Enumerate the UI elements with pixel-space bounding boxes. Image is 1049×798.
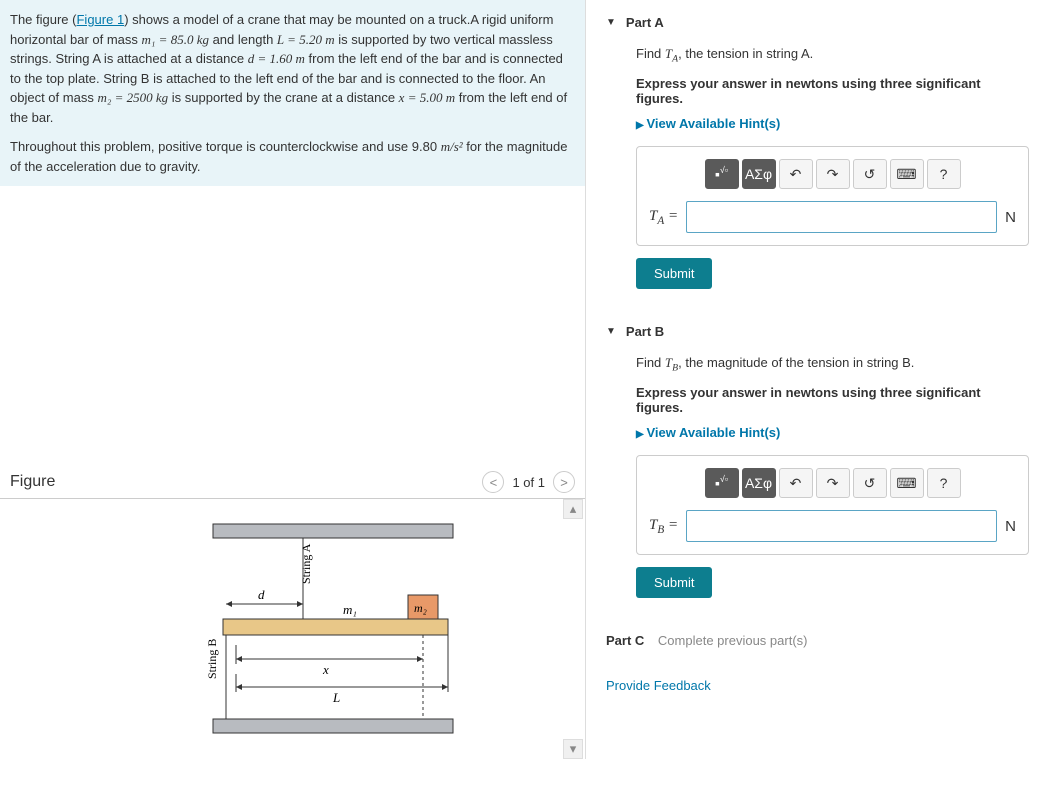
help-button[interactable]: ? bbox=[927, 468, 961, 498]
part-b-submit-button[interactable]: Submit bbox=[636, 567, 712, 598]
svg-text:String A: String A bbox=[299, 543, 313, 584]
reset-button[interactable]: ↺ bbox=[853, 159, 887, 189]
svg-text:d: d bbox=[258, 587, 265, 602]
chevron-down-icon: ▼ bbox=[606, 17, 616, 28]
part-a-express: Express your answer in newtons using thr… bbox=[636, 76, 1029, 106]
svg-text:String B: String B bbox=[205, 639, 219, 679]
part-b-answer-input[interactable] bbox=[686, 510, 997, 542]
part-b-unit: N bbox=[1005, 518, 1016, 535]
svg-text:m₁: m₁ bbox=[343, 602, 357, 617]
greek-button[interactable]: ΑΣφ bbox=[742, 468, 776, 498]
keyboard-button[interactable]: ⌨ bbox=[890, 468, 924, 498]
redo-button[interactable]: ↷ bbox=[816, 468, 850, 498]
part-a-instruction: Find TA, the tension in string A. bbox=[636, 45, 1029, 66]
part-a-unit: N bbox=[1005, 209, 1016, 226]
keyboard-button[interactable]: ⌨ bbox=[890, 159, 924, 189]
part-a-answer-input[interactable] bbox=[686, 201, 997, 233]
greek-button[interactable]: ΑΣφ bbox=[742, 159, 776, 189]
figure-next-button[interactable]: > bbox=[553, 471, 575, 493]
part-a-answer-box: ▪√▫ ΑΣφ ↶ ↷ ↺ ⌨ ? TA = N bbox=[636, 146, 1029, 246]
undo-button[interactable]: ↶ bbox=[779, 468, 813, 498]
part-b-hints-link[interactable]: View Available Hint(s) bbox=[636, 425, 780, 440]
part-c-row: Part C Complete previous part(s) bbox=[586, 618, 1049, 663]
scroll-down-button[interactable]: ▾ bbox=[563, 739, 583, 759]
part-b-express: Express your answer in newtons using thr… bbox=[636, 385, 1029, 415]
figure-counter: 1 of 1 bbox=[512, 475, 545, 490]
part-b-header[interactable]: ▼ Part B bbox=[606, 324, 1029, 339]
part-a-hints-link[interactable]: View Available Hint(s) bbox=[636, 116, 780, 131]
part-a-variable-label: TA = bbox=[649, 208, 678, 227]
figure-prev-button[interactable]: < bbox=[482, 471, 504, 493]
redo-button[interactable]: ↷ bbox=[816, 159, 850, 189]
reset-button[interactable]: ↺ bbox=[853, 468, 887, 498]
template-button[interactable]: ▪√▫ bbox=[705, 468, 739, 498]
figure-body: ▴ String A m₁ m₂ bbox=[0, 499, 585, 759]
chevron-down-icon: ▼ bbox=[606, 326, 616, 337]
crane-figure: String A m₁ m₂ String B d bbox=[128, 519, 458, 739]
figure-link[interactable]: Figure 1 bbox=[76, 12, 124, 27]
help-button[interactable]: ? bbox=[927, 159, 961, 189]
svg-text:m₂: m₂ bbox=[414, 601, 427, 615]
part-a-header[interactable]: ▼ Part A bbox=[606, 15, 1029, 30]
svg-text:x: x bbox=[322, 662, 329, 677]
figure-title: Figure bbox=[10, 473, 55, 491]
scroll-up-button[interactable]: ▴ bbox=[563, 499, 583, 519]
undo-button[interactable]: ↶ bbox=[779, 159, 813, 189]
problem-description: The figure (Figure 1) shows a model of a… bbox=[0, 0, 585, 186]
template-button[interactable]: ▪√▫ bbox=[705, 159, 739, 189]
provide-feedback-link[interactable]: Provide Feedback bbox=[586, 663, 731, 708]
part-b-instruction: Find TB, the magnitude of the tension in… bbox=[636, 354, 1029, 375]
part-a-submit-button[interactable]: Submit bbox=[636, 258, 712, 289]
part-b-answer-box: ▪√▫ ΑΣφ ↶ ↷ ↺ ⌨ ? TB = N bbox=[636, 455, 1029, 555]
part-b-variable-label: TB = bbox=[649, 517, 678, 536]
svg-text:L: L bbox=[332, 690, 340, 705]
